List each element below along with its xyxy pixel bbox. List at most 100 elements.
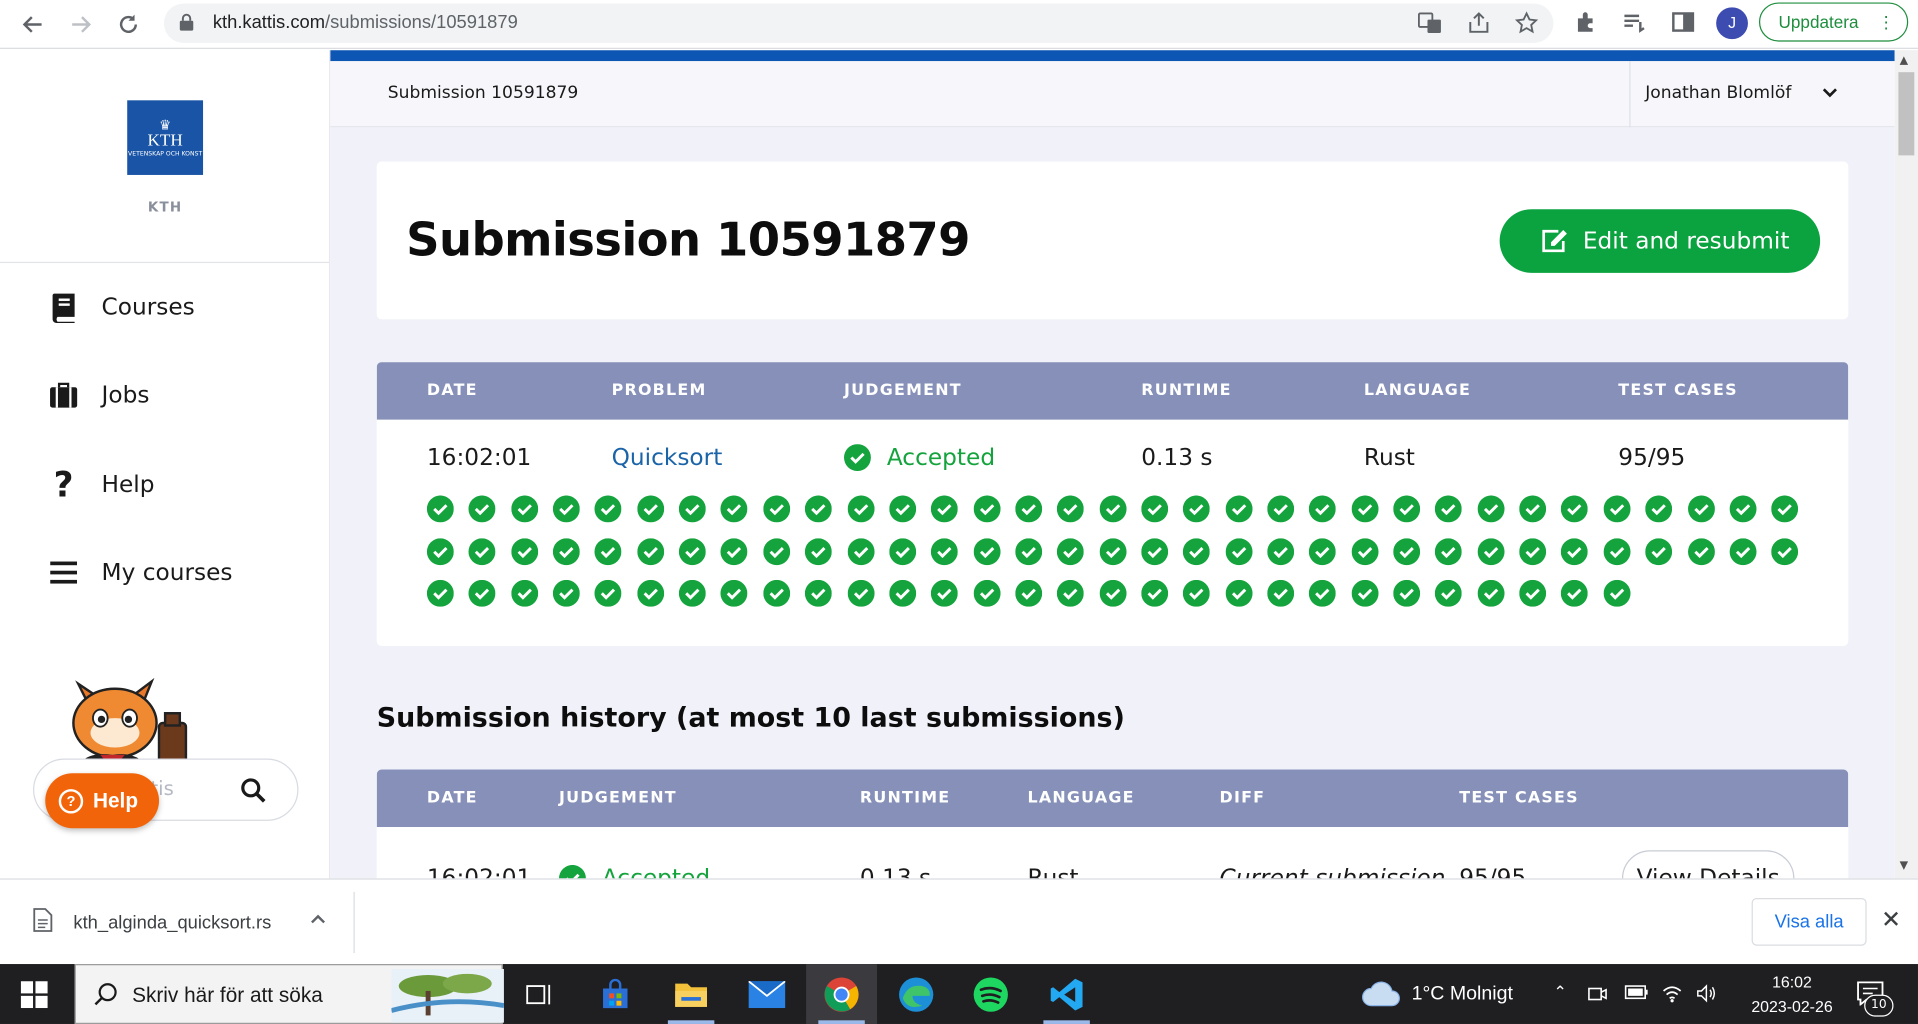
test-case-passed-icon[interactable] xyxy=(1015,495,1043,523)
test-case-passed-icon[interactable] xyxy=(889,579,916,607)
test-case-passed-icon[interactable] xyxy=(594,537,622,565)
edit-and-resubmit-button[interactable]: Edit and resubmit xyxy=(1499,209,1821,273)
test-case-passed-icon[interactable] xyxy=(1141,495,1169,523)
meet-now-icon[interactable] xyxy=(1588,984,1608,1008)
windows-start-icon[interactable] xyxy=(20,981,48,1013)
vscode-icon[interactable] xyxy=(1031,964,1102,1024)
side-panel-icon[interactable] xyxy=(1671,10,1698,37)
test-case-passed-icon[interactable] xyxy=(1477,537,1505,565)
chevron-up-icon[interactable] xyxy=(308,909,328,933)
test-case-passed-icon[interactable] xyxy=(1141,537,1169,565)
scrollbar-thumb[interactable] xyxy=(1898,72,1915,156)
test-case-passed-icon[interactable] xyxy=(1519,495,1547,523)
test-case-passed-icon[interactable] xyxy=(1603,537,1631,565)
back-icon[interactable] xyxy=(16,7,50,41)
test-case-passed-icon[interactable] xyxy=(1225,537,1253,565)
test-case-passed-icon[interactable] xyxy=(1729,537,1757,565)
bookmark-star-icon[interactable] xyxy=(1514,11,1539,35)
test-case-passed-icon[interactable] xyxy=(678,495,706,523)
battery-icon[interactable] xyxy=(1624,984,1648,1006)
test-case-passed-icon[interactable] xyxy=(1393,495,1421,523)
test-case-passed-icon[interactable] xyxy=(973,495,1001,523)
test-case-passed-icon[interactable] xyxy=(468,579,496,607)
test-case-passed-icon[interactable] xyxy=(1435,537,1463,565)
test-case-passed-icon[interactable] xyxy=(931,495,958,523)
test-case-passed-icon[interactable] xyxy=(636,537,664,565)
test-case-passed-icon[interactable] xyxy=(1099,537,1127,565)
taskbar-search[interactable]: Skriv här för att söka xyxy=(74,964,505,1024)
test-case-passed-icon[interactable] xyxy=(1561,537,1589,565)
test-case-passed-icon[interactable] xyxy=(1561,579,1589,607)
test-case-passed-icon[interactable] xyxy=(847,537,874,565)
help-button[interactable]: ? Help xyxy=(45,773,160,829)
test-case-passed-icon[interactable] xyxy=(889,495,916,523)
search-icon[interactable] xyxy=(240,777,267,809)
chevron-down-icon[interactable] xyxy=(1820,83,1840,107)
test-case-passed-icon[interactable] xyxy=(1351,537,1379,565)
test-case-passed-icon[interactable] xyxy=(1183,495,1211,523)
test-case-passed-icon[interactable] xyxy=(1771,495,1799,523)
test-case-passed-icon[interactable] xyxy=(1099,495,1127,523)
test-case-passed-icon[interactable] xyxy=(468,495,496,523)
test-case-passed-icon[interactable] xyxy=(805,495,832,523)
test-case-passed-icon[interactable] xyxy=(720,495,748,523)
test-case-passed-icon[interactable] xyxy=(510,495,538,523)
test-case-passed-icon[interactable] xyxy=(594,579,622,607)
test-case-passed-icon[interactable] xyxy=(805,537,832,565)
test-case-passed-icon[interactable] xyxy=(1561,495,1589,523)
test-case-passed-icon[interactable] xyxy=(426,495,454,523)
test-case-passed-icon[interactable] xyxy=(1057,537,1085,565)
test-case-passed-icon[interactable] xyxy=(847,495,874,523)
test-case-passed-icon[interactable] xyxy=(1309,537,1337,565)
test-case-passed-icon[interactable] xyxy=(1309,495,1337,523)
scroll-down-icon[interactable]: ▼ xyxy=(1900,860,1908,872)
test-case-passed-icon[interactable] xyxy=(973,579,1001,607)
test-case-passed-icon[interactable] xyxy=(931,579,958,607)
test-case-passed-icon[interactable] xyxy=(1687,495,1715,523)
reload-icon[interactable] xyxy=(111,7,145,41)
test-case-passed-icon[interactable] xyxy=(1015,579,1043,607)
update-button[interactable]: Uppdatera ⋮ xyxy=(1758,2,1909,42)
test-case-passed-icon[interactable] xyxy=(1099,579,1127,607)
test-case-passed-icon[interactable] xyxy=(636,579,664,607)
show-all-downloads-button[interactable]: Visa alla xyxy=(1751,897,1867,946)
problem-link[interactable]: Quicksort xyxy=(612,444,723,471)
test-case-passed-icon[interactable] xyxy=(1729,495,1757,523)
test-case-passed-icon[interactable] xyxy=(510,537,538,565)
test-case-passed-icon[interactable] xyxy=(678,579,706,607)
test-case-passed-icon[interactable] xyxy=(1477,495,1505,523)
test-case-passed-icon[interactable] xyxy=(1225,495,1253,523)
test-case-passed-icon[interactable] xyxy=(1309,579,1337,607)
test-case-passed-icon[interactable] xyxy=(1225,579,1253,607)
test-case-passed-icon[interactable] xyxy=(426,537,454,565)
kth-logo[interactable]: ♛ KTH VETENSKAP OCH KONST xyxy=(127,100,204,175)
test-case-passed-icon[interactable] xyxy=(510,579,538,607)
test-case-passed-icon[interactable] xyxy=(552,495,580,523)
microsoft-store-icon[interactable] xyxy=(580,964,651,1024)
test-case-passed-icon[interactable] xyxy=(1267,495,1295,523)
test-case-passed-icon[interactable] xyxy=(1267,579,1295,607)
test-case-passed-icon[interactable] xyxy=(973,537,1001,565)
test-case-passed-icon[interactable] xyxy=(1267,537,1295,565)
edge-icon[interactable] xyxy=(881,964,952,1024)
wifi-icon[interactable] xyxy=(1661,984,1683,1008)
test-case-passed-icon[interactable] xyxy=(763,537,790,565)
translate-icon[interactable] xyxy=(1417,11,1442,35)
test-case-passed-icon[interactable] xyxy=(678,537,706,565)
test-case-passed-icon[interactable] xyxy=(889,537,916,565)
file-explorer-icon[interactable] xyxy=(656,964,727,1024)
user-menu[interactable]: Jonathan Blomlöf xyxy=(1645,83,1791,103)
reading-list-icon[interactable] xyxy=(1622,10,1649,37)
weather-text[interactable]: 1°C Molnigt xyxy=(1412,984,1513,1006)
mail-icon[interactable] xyxy=(731,964,802,1024)
test-case-passed-icon[interactable] xyxy=(1477,579,1505,607)
test-case-passed-icon[interactable] xyxy=(763,579,790,607)
extensions-icon[interactable] xyxy=(1574,10,1601,37)
view-details-button[interactable]: View Details xyxy=(1621,850,1795,879)
test-case-passed-icon[interactable] xyxy=(552,579,580,607)
test-case-passed-icon[interactable] xyxy=(1057,579,1085,607)
test-case-passed-icon[interactable] xyxy=(805,579,832,607)
profile-avatar[interactable]: J xyxy=(1716,7,1748,40)
test-case-passed-icon[interactable] xyxy=(1435,495,1463,523)
test-case-passed-icon[interactable] xyxy=(1519,579,1547,607)
